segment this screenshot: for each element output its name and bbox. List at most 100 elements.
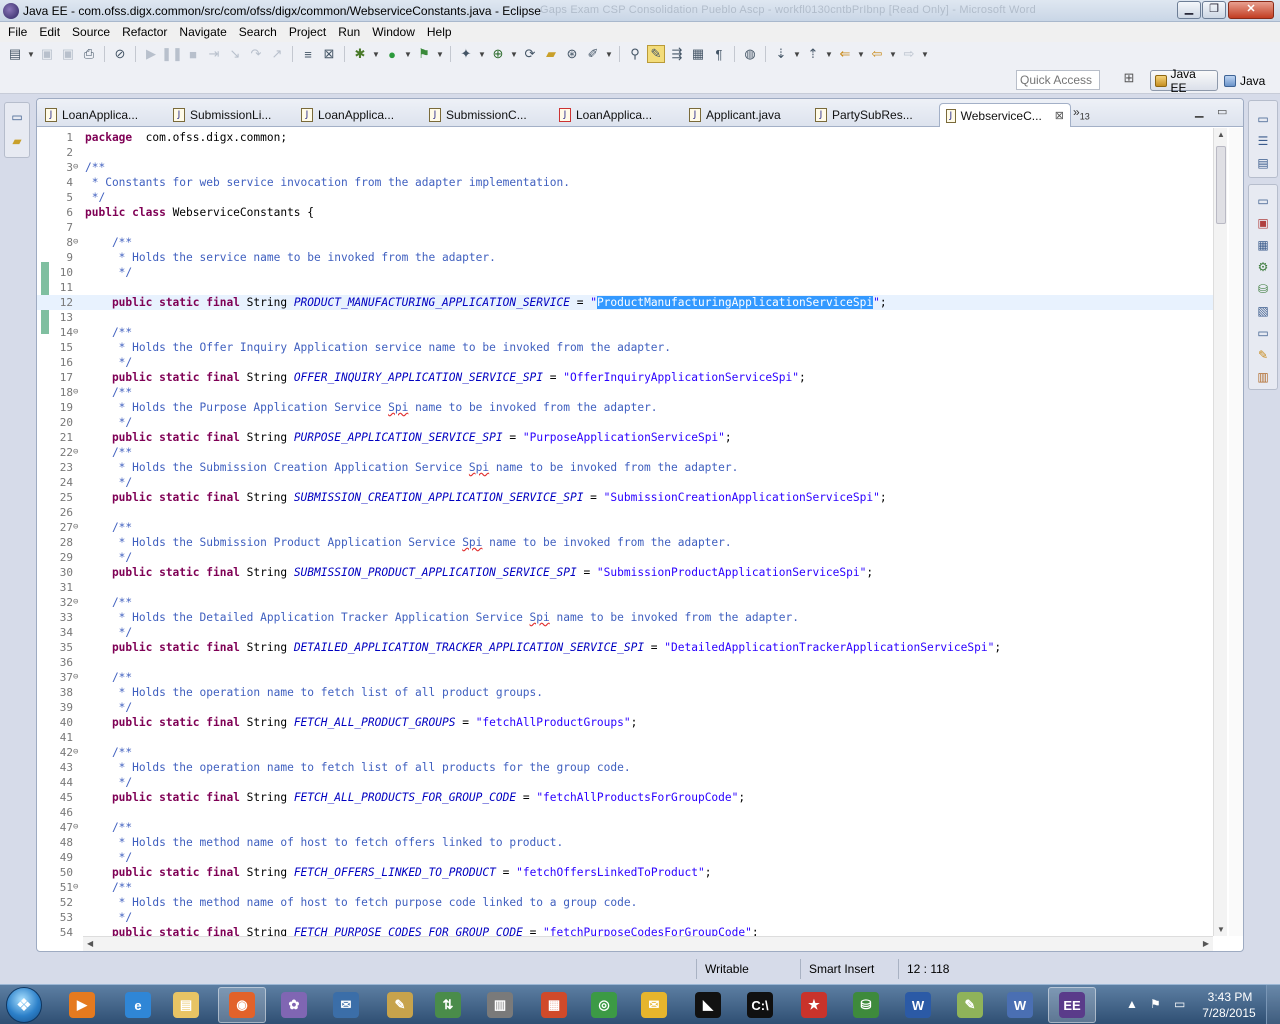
fold-toggle-icon[interactable]: ⊖ — [73, 385, 83, 400]
code-line[interactable]: 52 * Holds the method name of host to fe… — [37, 895, 1213, 910]
code-line[interactable]: 26 — [37, 505, 1213, 520]
fold-toggle-icon[interactable]: ⊖ — [73, 595, 83, 610]
start-button[interactable]: ❖ — [6, 987, 42, 1023]
chevron-down-icon[interactable]: ▼ — [404, 50, 412, 59]
toggle-ant-editor-icon[interactable]: ⚲ — [626, 45, 644, 63]
chevron-down-icon[interactable]: ▼ — [921, 50, 929, 59]
new-icon[interactable]: ▤ — [6, 45, 24, 63]
editor-tab[interactable]: J SubmissionLi... — [167, 103, 283, 127]
close-tab-icon[interactable]: ⊠ — [1055, 109, 1064, 122]
chevron-down-icon[interactable]: ▼ — [436, 50, 444, 59]
close-button[interactable]: ✕ — [1228, 1, 1274, 19]
new-server-icon[interactable]: ✦ — [457, 45, 475, 63]
code-line[interactable]: 20 */ — [37, 415, 1213, 430]
fold-toggle-icon[interactable]: ⊖ — [73, 235, 83, 250]
fold-toggle-icon[interactable]: ⊖ — [73, 670, 83, 685]
taskbar-app[interactable]: ✎ — [376, 987, 424, 1023]
suspend-icon[interactable]: ❚❚ — [161, 45, 183, 63]
menu-run[interactable]: Run — [332, 22, 366, 42]
data-source-icon[interactable]: ⛁ — [1254, 280, 1272, 298]
code-line[interactable]: 37 ⊖ /** — [37, 670, 1213, 685]
debug-icon[interactable]: ✱ — [351, 45, 369, 63]
show-hidden-icons-icon[interactable]: ▲ — [1126, 997, 1138, 1011]
scroll-down-icon[interactable]: ▼ — [1217, 925, 1225, 934]
taskbar-app[interactable]: ▤ — [162, 987, 210, 1023]
previous-annotation-icon[interactable]: ⇡ — [804, 45, 822, 63]
menu-refactor[interactable]: Refactor — [116, 22, 173, 42]
code-line[interactable]: 2 — [37, 145, 1213, 160]
next-annotation-icon[interactable]: ⇣ — [772, 45, 790, 63]
code-line[interactable]: 53 */ — [37, 910, 1213, 925]
new-java-class-icon[interactable]: ⊕ — [489, 45, 507, 63]
perspective-java[interactable]: Java — [1222, 70, 1278, 91]
action-center-flag-icon[interactable]: ⚑ — [1150, 997, 1161, 1011]
code-line[interactable]: 19 * Holds the Purpose Application Servi… — [37, 400, 1213, 415]
code-line[interactable]: 16 */ — [37, 355, 1213, 370]
code-area[interactable]: 1 package com.ofss.digx.common; 2 3 ⊖/** 4 * … — [37, 128, 1213, 936]
use-step-filters-icon[interactable]: ⊠ — [320, 45, 338, 63]
package-explorer-icon[interactable]: ▰ — [8, 132, 26, 150]
console-icon[interactable]: ▭ — [1254, 324, 1272, 342]
fold-toggle-icon[interactable]: ⊖ — [73, 880, 83, 895]
code-line[interactable]: 12 public static final String PRODUCT_MA… — [37, 295, 1213, 310]
taskbar-app[interactable]: ▶ — [58, 987, 106, 1023]
disconnect-icon[interactable]: ⇥ — [205, 45, 223, 63]
chevron-down-icon[interactable]: ▼ — [510, 50, 518, 59]
snippets-icon[interactable]: ▧ — [1254, 302, 1272, 320]
globe-icon[interactable]: ◍ — [741, 45, 759, 63]
chevron-down-icon[interactable]: ▼ — [793, 50, 801, 59]
code-line[interactable]: 25 public static final String SUBMISSION… — [37, 490, 1213, 505]
taskbar-app[interactable]: ✎ — [946, 987, 994, 1023]
code-line[interactable]: 14 ⊖ /** — [37, 325, 1213, 340]
fold-toggle-icon[interactable]: ⊖ — [73, 745, 83, 760]
minimize-editor-icon[interactable]: ▁ — [1195, 105, 1203, 118]
editor-tab[interactable]: J LoanApplica... — [295, 103, 413, 127]
chevron-down-icon[interactable]: ▼ — [825, 50, 833, 59]
menu-search[interactable]: Search — [233, 22, 283, 42]
taskbar-app[interactable]: ★ — [790, 987, 838, 1023]
code-line[interactable]: 13 — [37, 310, 1213, 325]
progress-icon[interactable]: ▥ — [1254, 368, 1272, 386]
editor-tab[interactable]: J Applicant.java — [683, 103, 793, 127]
code-line[interactable]: 8 ⊖ /** — [37, 235, 1213, 250]
task-list-icon[interactable]: ▤ — [1254, 154, 1272, 172]
run-server-icon[interactable]: ⚑ — [415, 45, 433, 63]
code-line[interactable]: 4 * Constants for web service invocation… — [37, 175, 1213, 190]
editor-tab[interactable]: J LoanApplica... — [553, 103, 665, 127]
servers-icon[interactable]: ⚙ — [1254, 258, 1272, 276]
code-line[interactable]: 27 ⊖ /** — [37, 520, 1213, 535]
code-line[interactable]: 40 public static final String FETCH_ALL_… — [37, 715, 1213, 730]
horizontal-scrollbar[interactable]: ◀ ▶ — [83, 936, 1213, 951]
code-line[interactable]: 22 ⊖ /** — [37, 445, 1213, 460]
search-icon[interactable]: ✐ — [584, 45, 602, 63]
overview-ruler[interactable] — [1229, 128, 1243, 936]
taskbar-app[interactable]: ✿ — [270, 987, 318, 1023]
taskbar-app[interactable]: W — [894, 987, 942, 1023]
code-line[interactable]: 46 — [37, 805, 1213, 820]
restore-icon[interactable]: ▭ — [8, 108, 26, 126]
taskbar-app[interactable]: EE — [1048, 987, 1096, 1023]
open-type-icon[interactable]: ⊛ — [563, 45, 581, 63]
taskbar-app[interactable]: ⛁ — [842, 987, 890, 1023]
code-line[interactable]: 23 * Holds the Submission Creation Appli… — [37, 460, 1213, 475]
code-line[interactable]: 3 ⊖/** — [37, 160, 1213, 175]
code-line[interactable]: 11 — [37, 280, 1213, 295]
editor-tab[interactable]: J LoanApplica... — [39, 103, 149, 127]
show-desktop-button[interactable] — [1266, 985, 1280, 1024]
terminate-icon[interactable]: ■ — [184, 45, 202, 63]
menu-help[interactable]: Help — [421, 22, 458, 42]
maximize-button[interactable]: ❐ — [1202, 1, 1226, 19]
minimize-button[interactable]: ▁ — [1177, 1, 1201, 19]
outline-icon[interactable]: ☰ — [1254, 132, 1272, 150]
chevron-down-icon[interactable]: ▼ — [857, 50, 865, 59]
taskbar-app[interactable]: ▥ — [476, 987, 524, 1023]
toggle-block-selection-icon[interactable]: ⇶ — [668, 45, 686, 63]
menu-file[interactable]: File — [2, 22, 33, 42]
taskbar-app[interactable]: W — [996, 987, 1044, 1023]
chevron-down-icon[interactable]: ▼ — [27, 50, 35, 59]
markers-icon[interactable]: ▣ — [1254, 214, 1272, 232]
code-line[interactable]: 49 */ — [37, 850, 1213, 865]
fold-toggle-icon[interactable]: ⊖ — [73, 160, 83, 175]
run-icon[interactable]: ● — [383, 45, 401, 63]
fold-toggle-icon[interactable]: ⊖ — [73, 520, 83, 535]
